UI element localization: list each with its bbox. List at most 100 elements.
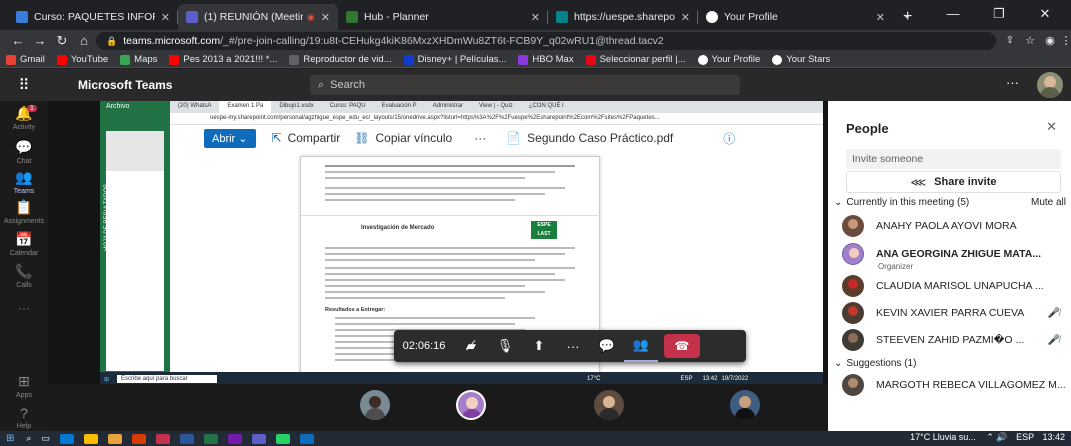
reload-icon[interactable]: ↻: [52, 32, 72, 50]
rail-calendar[interactable]: 📅 Calendar: [0, 231, 48, 257]
bookmark-item[interactable]: Reproductor de vid...: [289, 54, 392, 65]
office-icon[interactable]: [131, 433, 146, 444]
chat-button[interactable]: 💬: [590, 330, 624, 362]
bookmark-item[interactable]: YouTube: [56, 54, 108, 65]
avatar: [842, 329, 864, 351]
close-icon[interactable]: ✕: [1046, 119, 1057, 135]
mic-button[interactable]: 🎙: [488, 330, 522, 362]
explorer-icon[interactable]: [107, 433, 122, 444]
rail-help[interactable]: ? Help: [0, 405, 48, 430]
teams-taskbar-icon[interactable]: [251, 433, 266, 444]
browser-tab[interactable]: Curso: PAQUETES INFORMAT ✕: [8, 4, 178, 30]
search-input[interactable]: ⌕ Search: [310, 75, 740, 95]
bookmark-item[interactable]: Gmail: [6, 54, 45, 65]
tray-icons[interactable]: ⌃ 🔊: [986, 432, 1007, 442]
leave-call-button[interactable]: ☎: [664, 334, 700, 358]
participant-row[interactable]: STEEVEN ZAHID PAZMI�O ... 🎤̸: [842, 328, 1066, 352]
rail-assignments[interactable]: 📋 Assignments: [0, 199, 48, 225]
participant-thumbnail[interactable]: [594, 390, 624, 420]
close-tab-icon[interactable]: ✕: [681, 11, 690, 24]
apps-icon: ⊞: [18, 373, 30, 389]
rail-activity[interactable]: 🔔 Activity 1: [0, 105, 48, 131]
share-screen-button[interactable]: ⬆: [522, 330, 556, 362]
bookmark-item[interactable]: Seleccionar perfil |...: [585, 54, 686, 65]
espe-logo: ESPE LAST: [531, 221, 557, 239]
participant-thumbnail-active[interactable]: [456, 390, 486, 420]
search-icon[interactable]: ⌕: [26, 433, 31, 444]
participant-row[interactable]: ANAHY PAOLA AYOVI MORA: [842, 214, 1066, 238]
more-options-button[interactable]: ···: [1006, 75, 1019, 90]
app-icon[interactable]: [299, 433, 314, 444]
windows-start-icon[interactable]: ⊞: [6, 433, 14, 444]
participant-thumbnail[interactable]: [360, 390, 390, 420]
close-tab-icon[interactable]: ✕: [321, 11, 330, 24]
language-indicator[interactable]: ESP: [1016, 432, 1034, 442]
back-arrow-icon[interactable]: ←: [8, 32, 28, 50]
browser-tab[interactable]: Hub - Planner ✕: [338, 4, 548, 30]
close-tab-icon[interactable]: ✕: [531, 11, 540, 24]
bookmark-item[interactable]: Pes 2013 a 2021!!! *...: [169, 54, 277, 65]
whatsapp-icon[interactable]: [275, 433, 290, 444]
onenote-icon[interactable]: [227, 433, 242, 444]
edge-icon[interactable]: [59, 433, 74, 444]
bookmark-item[interactable]: Disney+ | Películas...: [403, 54, 506, 65]
browser-menu-icon[interactable]: ⋮: [1056, 32, 1071, 50]
forward-arrow-icon[interactable]: →: [30, 32, 50, 50]
rail-calls[interactable]: 📞 Calls: [0, 263, 48, 289]
task-view-icon[interactable]: ▭: [41, 433, 50, 444]
browser-tab-active[interactable]: (1) REUNIÓN (Meeting) | ◉ ✕: [178, 4, 338, 30]
address-bar[interactable]: 🔒 teams.microsoft.com/_#/pre-join-callin…: [96, 32, 996, 50]
link-icon: ⛓: [354, 131, 370, 145]
participant-row[interactable]: KEVIN XAVIER PARRA CUEVA 🎤̸: [842, 301, 1066, 325]
participant-row[interactable]: ANA GEORGINA ZHIGUE MATA... Organizer: [842, 242, 1066, 271]
meeting-timer: 02:06:16: [402, 340, 446, 352]
participant-row[interactable]: CLAUDIA MARISOL UNAPUCHA ...: [842, 274, 1066, 298]
bookmark-item[interactable]: HBO Max: [518, 54, 574, 65]
close-tab-icon[interactable]: ✕: [161, 11, 170, 24]
netflix-icon: [585, 54, 596, 65]
participants-button[interactable]: 👥: [624, 330, 658, 362]
close-window-button[interactable]: ✕: [1022, 0, 1068, 28]
chevron-down-icon: ⌄: [834, 358, 843, 369]
participant-thumbnail[interactable]: [730, 390, 760, 420]
section-suggestions-header[interactable]: ⌄ Suggestions (1): [834, 358, 1066, 369]
share-icon: ⇱: [271, 131, 282, 145]
bookmarks-bar: Gmail YouTube Maps Pes 2013 a 2021!!! *.…: [0, 52, 1071, 68]
word-icon[interactable]: [179, 433, 194, 444]
chrome-icon[interactable]: [83, 433, 98, 444]
bookmark-item[interactable]: Maps: [120, 54, 157, 65]
share-page-icon[interactable]: ⇪: [1000, 32, 1020, 50]
app-launcher-icon[interactable]: ⠿: [0, 76, 48, 94]
open-button: Abrir ⌄: [204, 128, 256, 148]
tab-title: https://uespe.sharepoint.com: [574, 11, 675, 23]
bookmark-item[interactable]: Your Stars: [772, 54, 830, 65]
tab-search-icon[interactable]: ⌄: [884, 0, 930, 28]
invite-input[interactable]: Invite someone: [846, 149, 1061, 169]
app-title: Microsoft Teams: [78, 78, 173, 92]
rail-teams[interactable]: 👥 Teams: [0, 169, 48, 195]
clock[interactable]: 13:42: [1042, 432, 1065, 442]
bookmark-item[interactable]: Your Profile: [697, 54, 760, 65]
share-invite-button[interactable]: ⋘ Share invite: [846, 171, 1061, 193]
home-icon[interactable]: ⌂: [74, 32, 94, 50]
user-avatar[interactable]: [1037, 72, 1063, 98]
maximize-button[interactable]: ❐: [976, 0, 1022, 28]
section-current-header[interactable]: ⌄ Currently in this meeting (5) Mute all: [834, 197, 1066, 208]
app-icon[interactable]: [155, 433, 170, 444]
more-actions-button[interactable]: ···: [556, 330, 590, 362]
youtube-icon: [56, 54, 67, 65]
bookmark-star-icon[interactable]: ☆: [1020, 32, 1040, 50]
avatar: [842, 302, 864, 324]
suggestion-row[interactable]: MARGOTH REBECA VILLAGOMEZ M...: [842, 373, 1066, 397]
excel-icon[interactable]: [203, 433, 218, 444]
camera-off-button[interactable]: ▰̸: [454, 330, 488, 362]
rail-apps[interactable]: ⊞ Apps: [0, 373, 48, 399]
browser-tab[interactable]: https://uespe.sharepoint.com ✕: [548, 4, 698, 30]
mute-all-button[interactable]: Mute all: [1031, 197, 1066, 208]
rail-chat[interactable]: 💬 Chat: [0, 139, 48, 165]
maps-icon: [120, 54, 131, 65]
people-panel: People ✕ Invite someone ⋘ Share invite ⌄…: [828, 101, 1071, 431]
browser-tab[interactable]: Your Profile ✕: [698, 4, 893, 30]
rail-more-apps[interactable]: ···: [0, 301, 48, 315]
minimize-button[interactable]: —: [930, 0, 976, 28]
